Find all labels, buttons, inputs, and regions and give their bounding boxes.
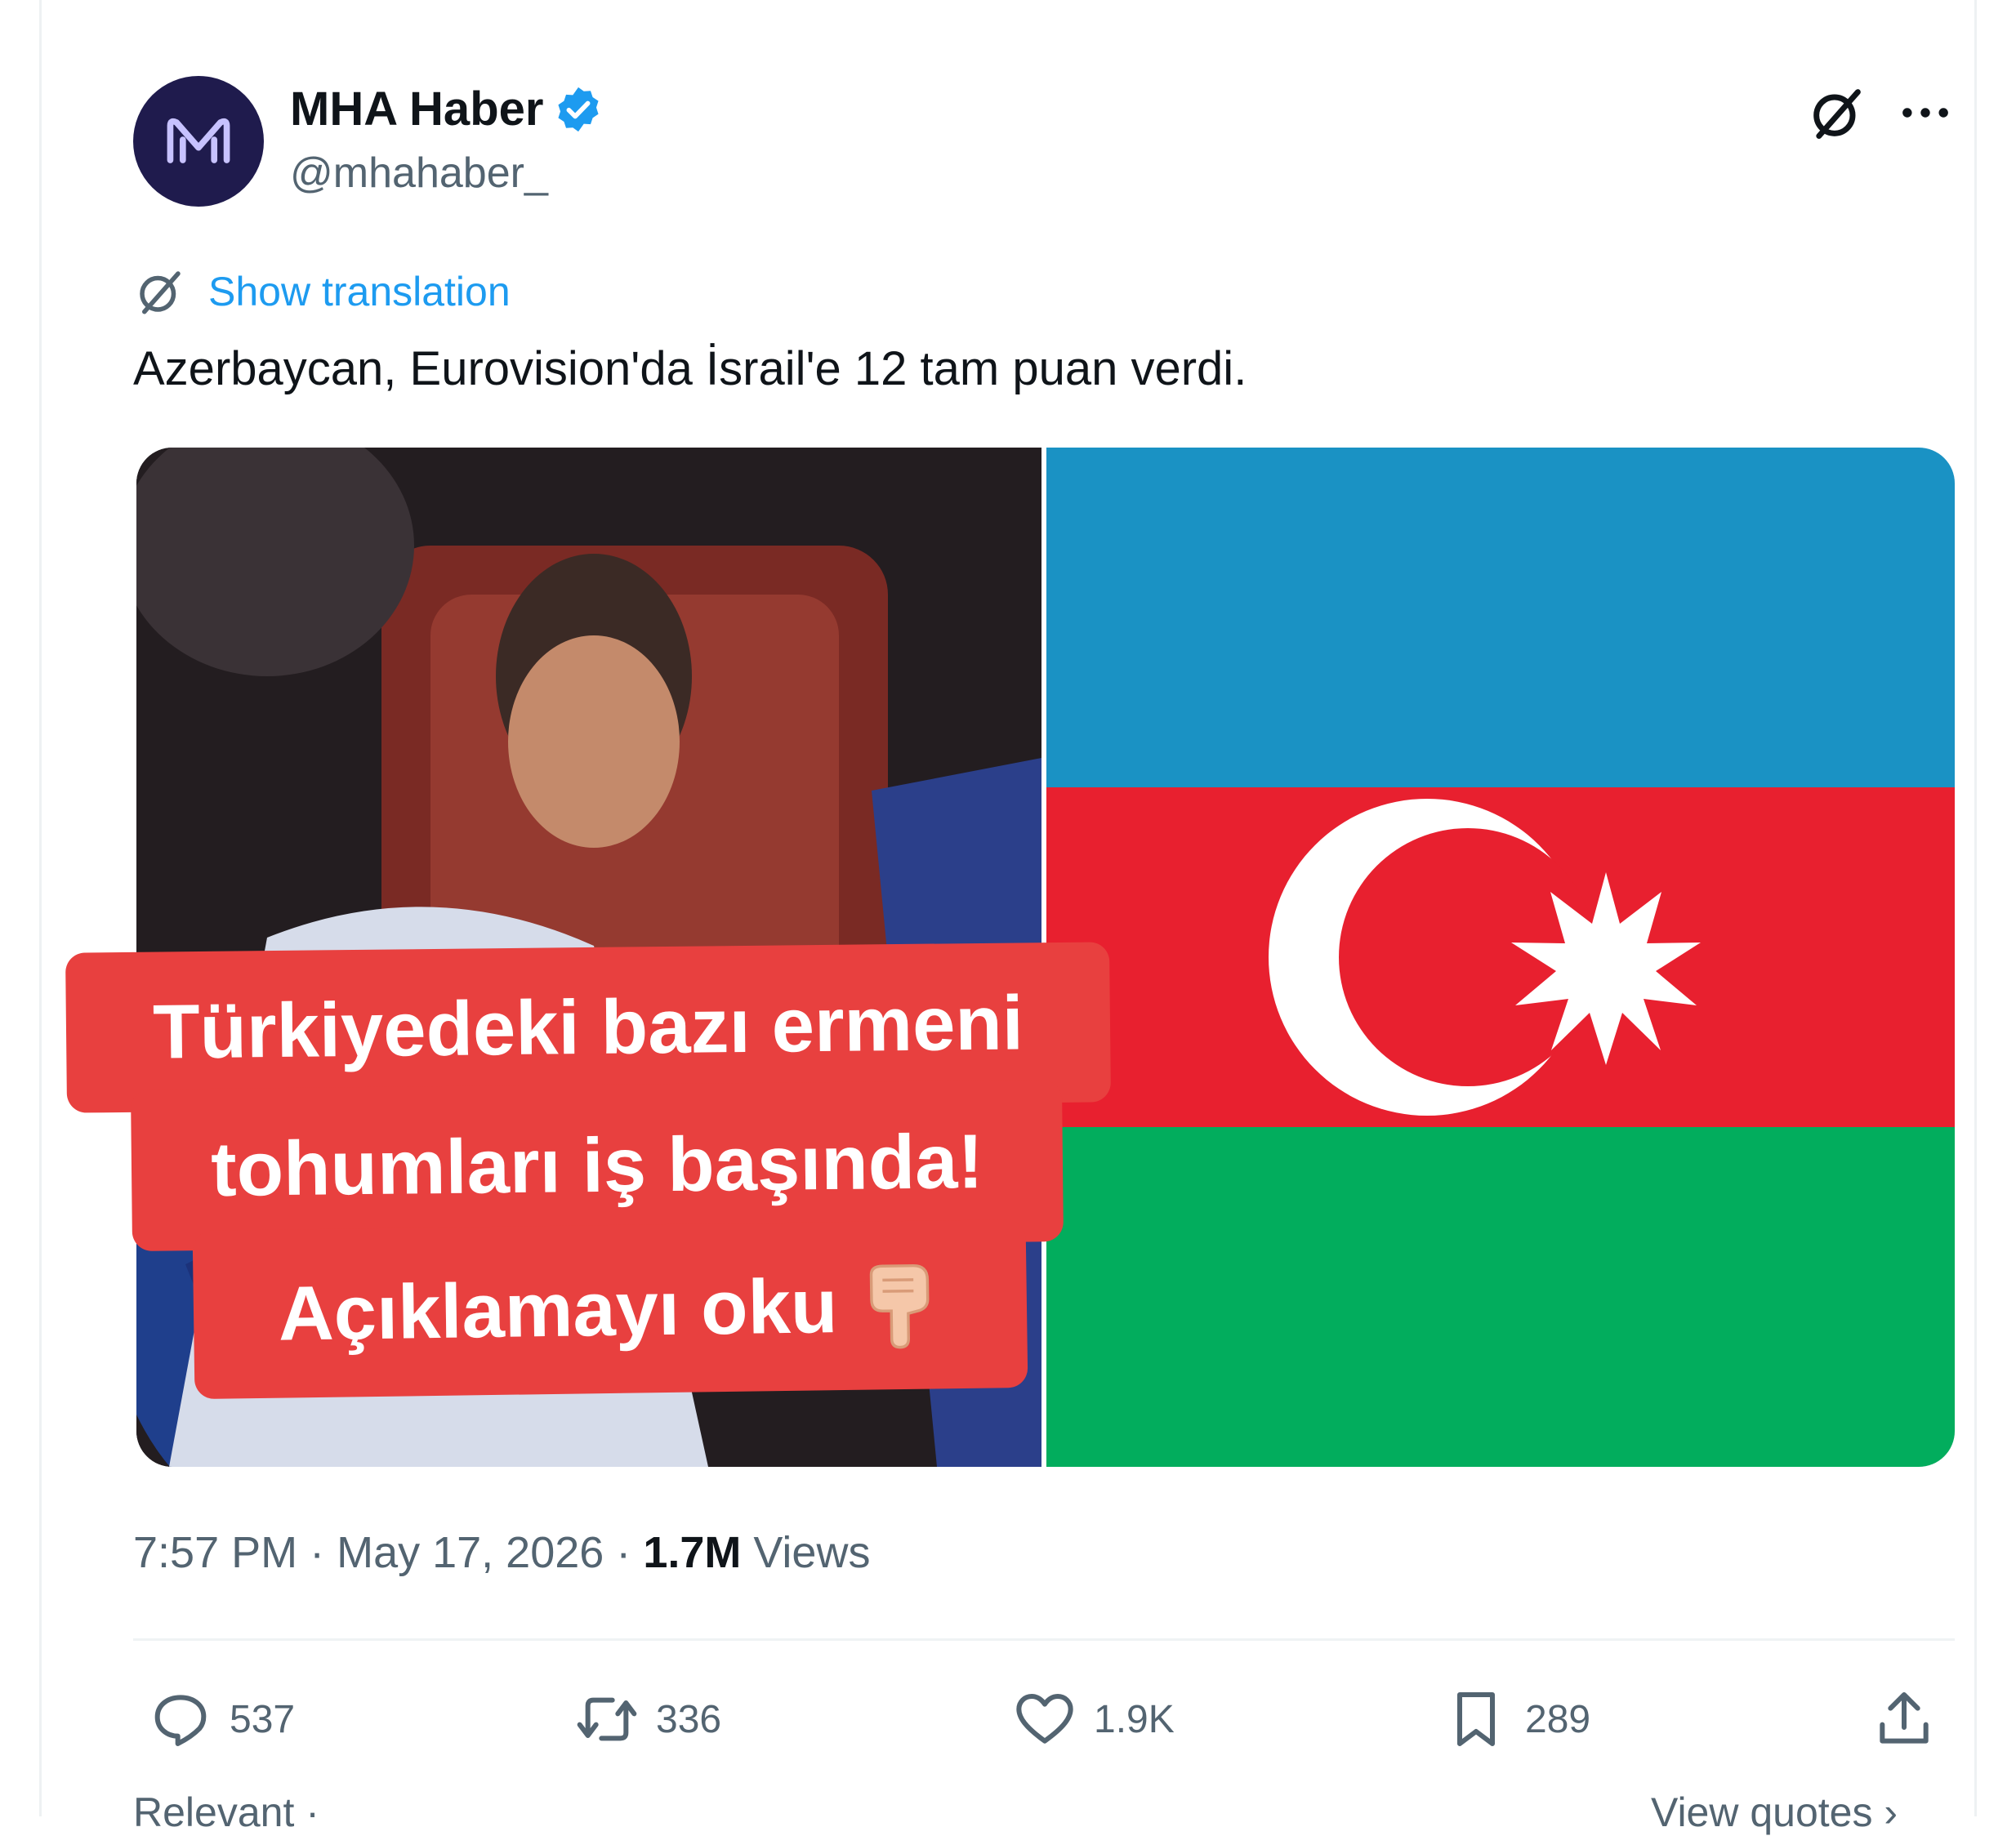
show-translation-link[interactable]: Show translation <box>133 265 511 319</box>
reply-icon <box>154 1695 207 1746</box>
heart-icon <box>1016 1694 1073 1744</box>
overlay-line-3: Açıklamayı oku <box>192 1219 1028 1400</box>
flag-blue-stripe <box>1046 448 1955 787</box>
crescent-star-icon <box>1269 799 1701 1116</box>
translate-icon <box>140 271 181 314</box>
flag-red-stripe <box>1046 787 1955 1127</box>
share-icon <box>1880 1692 1929 1744</box>
reply-button[interactable]: 537 <box>148 1682 295 1756</box>
grok-icon[interactable] <box>1806 82 1868 144</box>
like-count: 1.9K <box>1094 1697 1175 1741</box>
repost-icon <box>577 1697 637 1741</box>
verified-badge-icon <box>558 87 599 131</box>
divider <box>133 1638 1955 1641</box>
repost-button[interactable]: 336 <box>574 1682 721 1756</box>
bookmark-button[interactable]: 289 <box>1443 1682 1590 1756</box>
mha-logo-icon <box>167 118 230 163</box>
views-count: 1.7M <box>643 1528 742 1577</box>
overlay-line-3-text: Açıklamayı oku <box>278 1263 838 1357</box>
action-bar: 537 336 1.9K 289 <box>133 1682 1955 1756</box>
show-translation-label[interactable]: Show translation <box>208 268 511 315</box>
post-meta: 7:57 PM · May 17, 2026 · 1.7M Views <box>133 1527 870 1578</box>
avatar[interactable] <box>133 76 264 207</box>
pointing-down-hand-icon <box>870 1263 930 1349</box>
like-button[interactable]: 1.9K <box>1012 1682 1175 1756</box>
sort-relevant-button[interactable]: Relevant · <box>133 1789 319 1836</box>
post-text: Azerbaycan, Eurovision'da İsrail'e 12 ta… <box>133 342 1247 395</box>
display-name-row[interactable]: MHA Haber <box>290 82 604 136</box>
flag-green-stripe <box>1046 1127 1955 1467</box>
timestamp[interactable]: 7:57 PM · May 17, 2026 · <box>133 1528 631 1577</box>
bookmark-icon <box>1457 1692 1495 1746</box>
display-name[interactable]: MHA Haber <box>290 82 543 136</box>
azerbaijan-flag[interactable] <box>1046 448 1955 1467</box>
handle[interactable]: @mhahaber_ <box>290 149 548 198</box>
view-quotes-link[interactable]: View quotes › <box>1651 1789 1898 1836</box>
repost-count: 336 <box>656 1697 722 1741</box>
post-card: MHA Haber @mhahaber_ Show translation Az… <box>39 0 1977 1835</box>
bookmark-count: 289 <box>1525 1697 1591 1741</box>
share-button[interactable] <box>1871 1682 1937 1756</box>
overlay-caption: Türkiyedeki bazı ermeni tohumları iş baş… <box>65 942 1112 1421</box>
reply-count: 537 <box>230 1697 296 1741</box>
views-label: Views <box>753 1528 871 1577</box>
more-icon[interactable] <box>1894 82 1956 144</box>
